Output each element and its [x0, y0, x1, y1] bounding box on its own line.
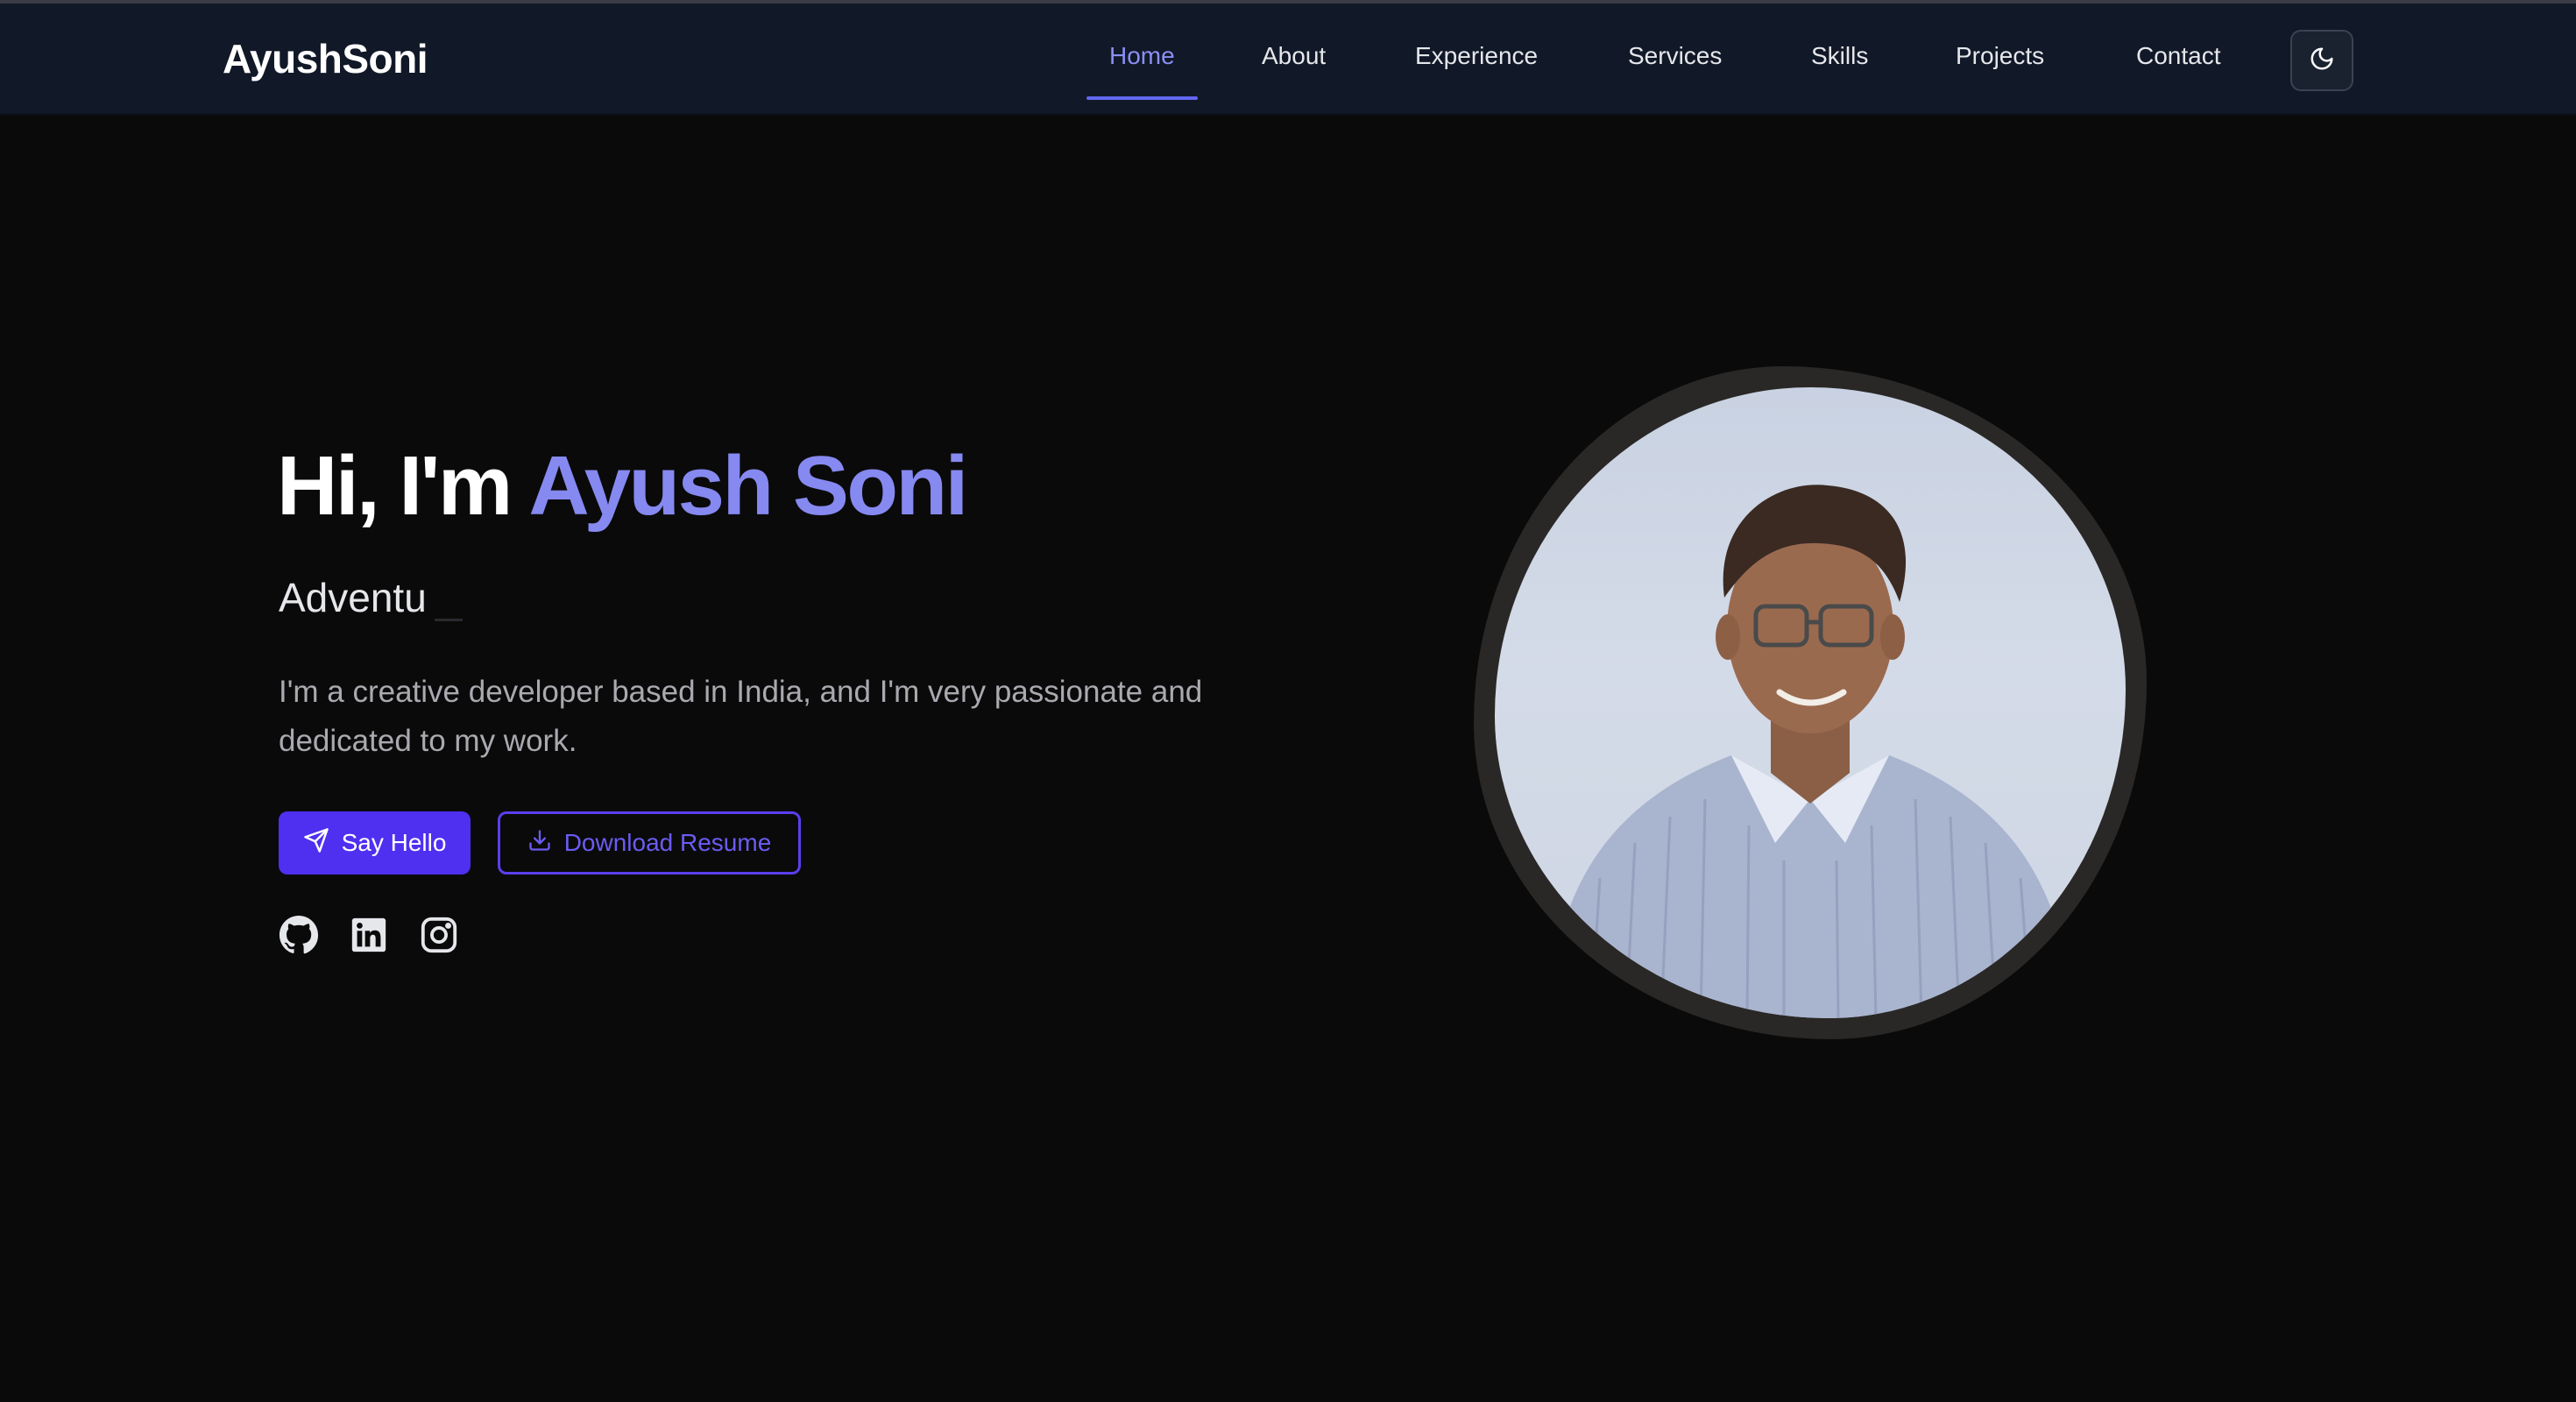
linkedin-icon: [349, 915, 389, 959]
hero-name: Ayush Soni: [528, 439, 968, 533]
profile-photo: [1495, 387, 2126, 1018]
nav-item-skills[interactable]: Skills: [1811, 42, 1868, 70]
moon-icon: [2309, 46, 2335, 76]
github-link[interactable]: [279, 915, 319, 959]
hero-description: I'm a creative developer based in India,…: [279, 675, 1203, 758]
nav-item-home[interactable]: Home: [1109, 42, 1175, 70]
download-resume-button[interactable]: Download Resume: [498, 811, 801, 874]
nav-active-indicator: [1086, 96, 1198, 100]
nav-item-projects[interactable]: Projects: [1956, 42, 2044, 70]
nav-item-contact[interactable]: Contact: [2136, 42, 2221, 70]
say-hello-button[interactable]: Say Hello: [279, 811, 471, 874]
brand-logo[interactable]: AyushSoni: [223, 35, 428, 82]
download-icon: [527, 828, 552, 859]
nav-item-about[interactable]: About: [1262, 42, 1326, 70]
hero-title: Hi, I'm Ayush Soni: [277, 438, 968, 535]
instagram-icon: [419, 915, 459, 959]
theme-toggle-button[interactable]: [2290, 30, 2353, 91]
github-icon: [279, 915, 319, 959]
download-resume-label: Download Resume: [563, 829, 772, 856]
linkedin-link[interactable]: [349, 917, 389, 957]
typed-role-text: Adventu: [279, 575, 427, 620]
hero-greeting: Hi, I'm: [277, 439, 529, 533]
say-hello-label: Say Hello: [341, 829, 447, 856]
person-portrait-illustration: [1547, 485, 2073, 1018]
nav-item-services[interactable]: Services: [1628, 42, 1722, 70]
typing-cursor: [435, 619, 463, 621]
instagram-link[interactable]: [419, 917, 459, 957]
nav-item-experience[interactable]: Experience: [1415, 42, 1538, 70]
navbar: AyushSoni Home About Experience Services…: [0, 4, 2576, 115]
send-icon: [303, 827, 329, 860]
